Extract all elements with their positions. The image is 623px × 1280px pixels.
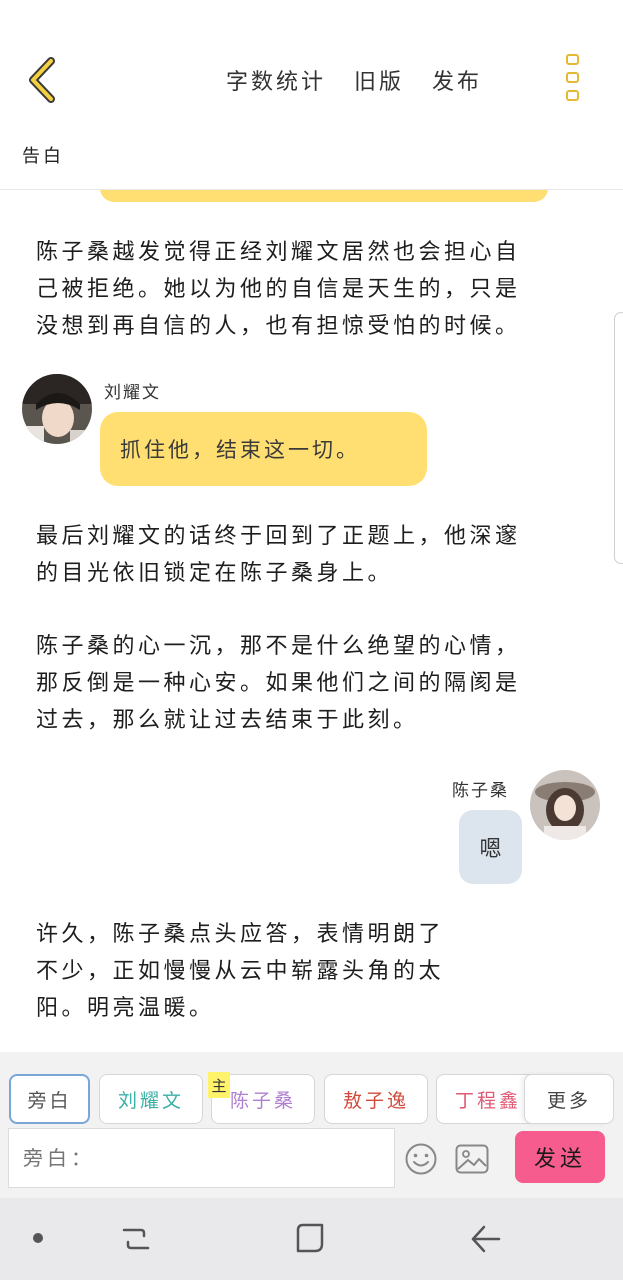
vertical-dots-icon [566,54,579,65]
avatar-image [530,770,600,840]
more-label: 更多 [546,1089,591,1112]
previous-bubble-edge [100,190,548,202]
avatar-liu-yaowen[interactable] [22,374,92,444]
text-line: 陈子桑越发觉得正经刘耀文居然也会担心自 [36,240,521,265]
text-line: 不少，正如慢慢从云中崭露头角的太 [36,959,445,984]
tab-narrator[interactable]: 旁白 [9,1074,90,1124]
menu-dot [566,90,579,101]
text-line: 那反倒是一种心安。如果他们之间的隔阂是 [36,671,521,696]
text-line: 许久，陈子桑点头应答，表情明朗了 [36,922,445,947]
tab-label: 旁白 [27,1089,72,1112]
message-input[interactable] [23,1146,394,1170]
chevron-left-icon [29,57,55,103]
tab-label: 刘耀文 [117,1089,184,1112]
text-line: 过去，那么就让过去结束于此刻。 [36,708,419,733]
more-menu-button[interactable] [560,54,586,104]
home-icon[interactable] [295,1222,327,1254]
narration-paragraph[interactable]: 最后刘耀文的话终于回到了正题上，他深邃 的目光依旧锁定在陈子桑身上。 [36,518,521,592]
narration-paragraph[interactable]: 陈子桑的心一沉，那不是什么绝望的心情， 那反倒是一种心安。如果他们之间的隔阂是 … [36,628,521,739]
tab-label: 丁程鑫 [454,1089,521,1112]
avatar-image [22,374,92,444]
emoji-icon[interactable] [404,1142,438,1176]
text-line: 阳。明亮温暖。 [36,996,215,1021]
story-content[interactable]: 陈子桑越发觉得正经刘耀文居然也会担心自 己被拒绝。她以为他的自信是天生的，只是 … [0,190,623,1052]
old-version-button[interactable]: 旧版 [354,64,404,96]
more-characters-button[interactable]: 更多 [524,1074,614,1124]
image-icon[interactable] [455,1144,489,1174]
tab-liu-yaowen[interactable]: 刘耀文 [99,1074,203,1124]
speaker-name: 刘耀文 [104,383,161,403]
page-title: 告白 [22,146,64,167]
tab-label: 陈子桑 [229,1089,296,1112]
back-icon[interactable] [470,1224,502,1254]
publish-button[interactable]: 发布 [432,64,482,96]
message-bubble[interactable]: 抓住他，结束这一切。 [100,412,427,486]
avatar-chen-zisang[interactable] [530,770,600,840]
text-line: 没想到再自信的人，也有担惊受怕的时候。 [36,314,521,339]
message-bubble[interactable]: 嗯 [459,810,522,884]
narration-paragraph[interactable]: 许久，陈子桑点头应答，表情明朗了 不少，正如慢慢从云中崭露头角的太 阳。明亮温暖… [36,916,444,1027]
message-input-box[interactable] [8,1128,395,1188]
text-line: 陈子桑的心一沉，那不是什么绝望的心情， [36,634,521,659]
editor-toolbar: 旁白 刘耀文 陈子桑 主 敖子逸 丁程鑫 更多 发送 [0,1052,623,1198]
menu-dot [566,72,579,83]
send-button[interactable]: 发送 [515,1131,605,1183]
tab-label: 敖子逸 [342,1089,409,1112]
header-actions: 字数统计 旧版 发布 [226,62,510,98]
text-line: 的目光依旧锁定在陈子桑身上。 [36,561,394,586]
main-character-badge: 主 [208,1072,230,1098]
back-button[interactable] [22,56,62,104]
recent-apps-icon[interactable] [121,1224,151,1254]
text-line: 最后刘耀文的话终于回到了正题上，他深邃 [36,524,521,549]
dot-icon[interactable] [32,1232,44,1244]
narration-paragraph[interactable]: 陈子桑越发觉得正经刘耀文居然也会担心自 己被拒绝。她以为他的自信是天生的，只是 … [36,234,521,345]
scroll-handle[interactable] [614,312,623,564]
tab-ao-ziyi[interactable]: 敖子逸 [324,1074,428,1124]
system-navbar [0,1198,623,1280]
speaker-name: 陈子桑 [452,781,509,801]
word-count-button[interactable]: 字数统计 [226,64,326,96]
text-line: 己被拒绝。她以为他的自信是天生的，只是 [36,277,521,302]
